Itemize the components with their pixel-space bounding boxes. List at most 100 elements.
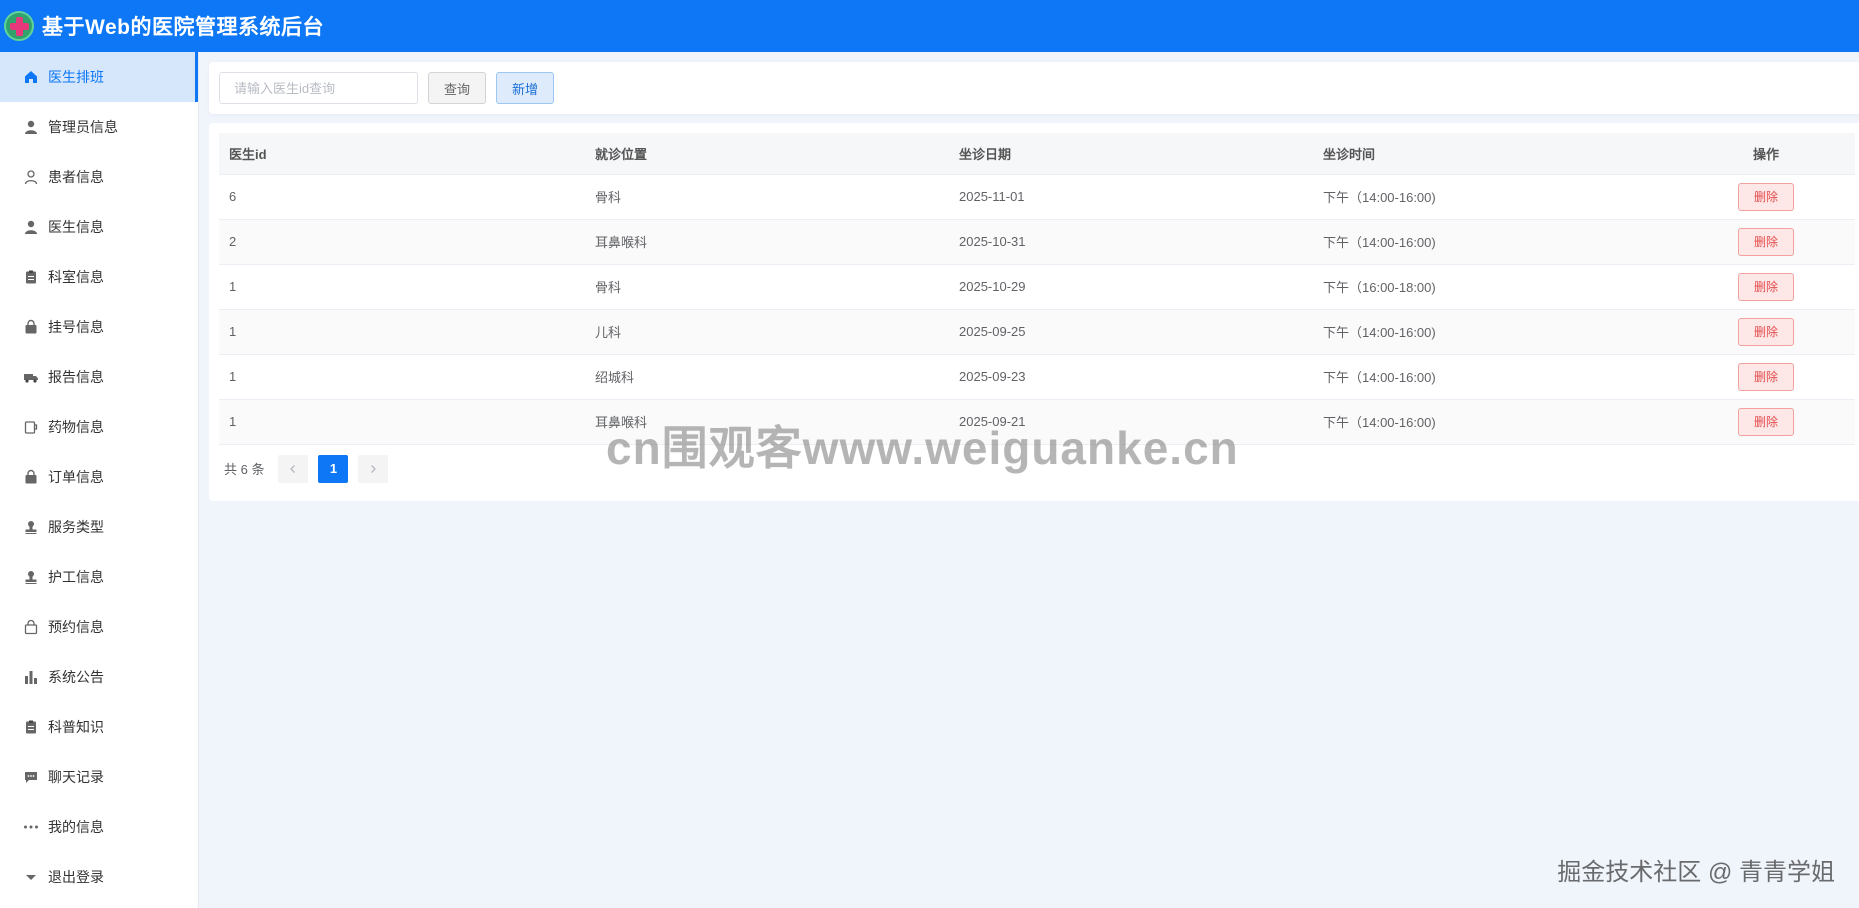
cell-location: 骨科 — [595, 280, 622, 295]
user-outline-icon — [23, 169, 39, 185]
user-icon — [23, 119, 39, 135]
sidebar-item-admin-info[interactable]: 管理员信息 — [0, 102, 198, 152]
bag-outline-icon — [23, 619, 39, 635]
sidebar-item-label: 聊天记录 — [48, 769, 104, 785]
cell-doctor-id: 1 — [229, 324, 237, 339]
sidebar-item-label: 医生排班 — [48, 69, 104, 85]
chevron-right-icon — [371, 464, 377, 473]
cell-actions: 删除 — [1677, 309, 1855, 354]
delete-button[interactable]: 删除 — [1737, 272, 1794, 301]
prev-page-button[interactable] — [278, 454, 309, 483]
sidebar-item-label: 医生信息 — [48, 219, 104, 235]
cell-time: 下午（14:00-16:00) — [1323, 190, 1436, 205]
delete-button[interactable]: 删除 — [1737, 407, 1794, 436]
sidebar-item-label: 护工信息 — [48, 569, 104, 585]
cup-icon — [23, 419, 39, 435]
app-title: 基于Web的医院管理系统后台 — [42, 16, 324, 39]
hospital-cross-logo — [4, 11, 34, 41]
truck-icon — [23, 369, 39, 385]
column-header-doctor-id[interactable]: 医生id — [219, 133, 585, 175]
cell-actions: 删除 — [1677, 399, 1855, 444]
cell-date: 2025-10-31 — [959, 234, 1026, 249]
table-row[interactable]: 1 绍城科 2025-09-23 下午（14:00-16:00) 删除 — [219, 354, 1855, 399]
sidebar-item-doctor-info[interactable]: 医生信息 — [0, 202, 198, 252]
sidebar-item-order-info[interactable]: 订单信息 — [0, 452, 198, 502]
cell-actions: 删除 — [1677, 174, 1855, 219]
column-header-date[interactable]: 坐诊日期 — [949, 133, 1313, 175]
next-page-button[interactable] — [358, 454, 389, 483]
clipboard-icon — [23, 269, 39, 285]
delete-button[interactable]: 删除 — [1737, 362, 1794, 391]
lock-bag-icon — [23, 469, 39, 485]
sidebar-item-label: 服务类型 — [48, 519, 104, 535]
cell-date: 2025-09-25 — [959, 324, 1026, 339]
page-number-button[interactable]: 1 — [318, 454, 349, 483]
sidebar-item-my-info[interactable]: 我的信息 — [0, 802, 198, 852]
add-button[interactable]: 新增 — [496, 72, 555, 104]
table-row[interactable]: 1 骨科 2025-10-29 下午（16:00-18:00) 删除 — [219, 264, 1855, 309]
sidebar-item-service-type[interactable]: 服务类型 — [0, 502, 198, 552]
cell-actions: 删除 — [1677, 354, 1855, 399]
table-row[interactable]: 2 耳鼻喉科 2025-10-31 下午（14:00-16:00) 删除 — [219, 219, 1855, 264]
schedule-table: 医生id 就诊位置 坐诊日期 坐诊时间 操作 6 骨科 2025-11-01 下… — [219, 133, 1855, 445]
sidebar-item-label: 退出登录 — [48, 869, 104, 885]
cell-time: 下午（14:00-16:00) — [1323, 325, 1436, 340]
cell-date: 2025-11-01 — [959, 189, 1025, 204]
sidebar-item-registration-info[interactable]: 挂号信息 — [0, 302, 198, 352]
cell-location: 骨科 — [595, 190, 622, 205]
doctor-id-search-input[interactable] — [219, 72, 418, 104]
sidebar-item-doctor-schedule[interactable]: 医生排班 — [0, 52, 198, 102]
sidebar-item-appointment-info[interactable]: 预约信息 — [0, 602, 198, 652]
footer-credit: 掘金技术社区 @ 青青学姐 — [1557, 859, 1835, 886]
sidebar-item-label: 挂号信息 — [48, 319, 104, 335]
table-row[interactable]: 6 骨科 2025-11-01 下午（14:00-16:00) 删除 — [219, 174, 1855, 219]
delete-button[interactable]: 删除 — [1737, 227, 1794, 256]
clipboard-icon — [23, 719, 39, 735]
query-button[interactable]: 查询 — [428, 72, 487, 104]
cell-date: 2025-10-29 — [959, 279, 1026, 294]
watermark-text: cn围观客www.weiguanke.cn — [606, 422, 1239, 474]
bar-chart-icon — [23, 669, 39, 685]
sidebar-item-label: 报告信息 — [48, 369, 104, 385]
sidebar-item-label: 预约信息 — [48, 619, 104, 635]
stamp-icon — [23, 569, 39, 585]
cell-location: 绍城科 — [595, 370, 635, 385]
sidebar-item-label: 科室信息 — [48, 269, 104, 285]
sidebar-item-label: 系统公告 — [48, 669, 104, 685]
sidebar-item-logout[interactable]: 退出登录 — [0, 852, 198, 902]
cell-time: 下午（14:00-16:00) — [1323, 415, 1436, 430]
sidebar-item-chat-records[interactable]: 聊天记录 — [0, 752, 198, 802]
top-header: 基于Web的医院管理系统后台 — [0, 0, 1859, 52]
sidebar-item-label: 药物信息 — [48, 419, 104, 435]
sidebar-item-system-notice[interactable]: 系统公告 — [0, 652, 198, 702]
sidebar-item-medicine-info[interactable]: 药物信息 — [0, 402, 198, 452]
sidebar-item-label: 我的信息 — [48, 819, 104, 835]
table-row[interactable]: 1 儿科 2025-09-25 下午（14:00-16:00) 删除 — [219, 309, 1855, 354]
cell-doctor-id: 6 — [229, 189, 237, 204]
sidebar-item-department-info[interactable]: 科室信息 — [0, 252, 198, 302]
search-toolbar: 查询 新增 — [209, 62, 1859, 114]
cell-doctor-id: 1 — [229, 369, 237, 384]
cell-doctor-id: 1 — [229, 414, 237, 429]
cell-actions: 删除 — [1677, 264, 1855, 309]
sidebar: 医生排班 管理员信息 患者信息 医生信息 科室信息 挂号信息 报告信息 药物信息… — [0, 52, 199, 908]
column-header-location[interactable]: 就诊位置 — [585, 133, 949, 175]
delete-button[interactable]: 删除 — [1737, 317, 1794, 346]
sidebar-item-science-knowledge[interactable]: 科普知识 — [0, 702, 198, 752]
sidebar-item-caregiver-info[interactable]: 护工信息 — [0, 552, 198, 602]
home-icon — [23, 69, 39, 85]
table-header-row: 医生id 就诊位置 坐诊日期 坐诊时间 操作 — [219, 133, 1855, 175]
chevron-left-icon — [290, 464, 296, 473]
sidebar-item-label: 订单信息 — [48, 469, 104, 485]
chat-icon — [23, 769, 39, 785]
sidebar-item-label: 科普知识 — [48, 719, 104, 735]
sidebar-item-patient-info[interactable]: 患者信息 — [0, 152, 198, 202]
cell-doctor-id: 1 — [229, 279, 237, 294]
pagination-total: 共 6 条 — [224, 462, 265, 477]
caret-down-icon — [23, 869, 39, 885]
stamp-icon — [23, 519, 39, 535]
column-header-time[interactable]: 坐诊时间 — [1313, 133, 1677, 175]
sidebar-item-label: 管理员信息 — [48, 119, 118, 135]
delete-button[interactable]: 删除 — [1737, 182, 1794, 211]
sidebar-item-report-info[interactable]: 报告信息 — [0, 352, 198, 402]
